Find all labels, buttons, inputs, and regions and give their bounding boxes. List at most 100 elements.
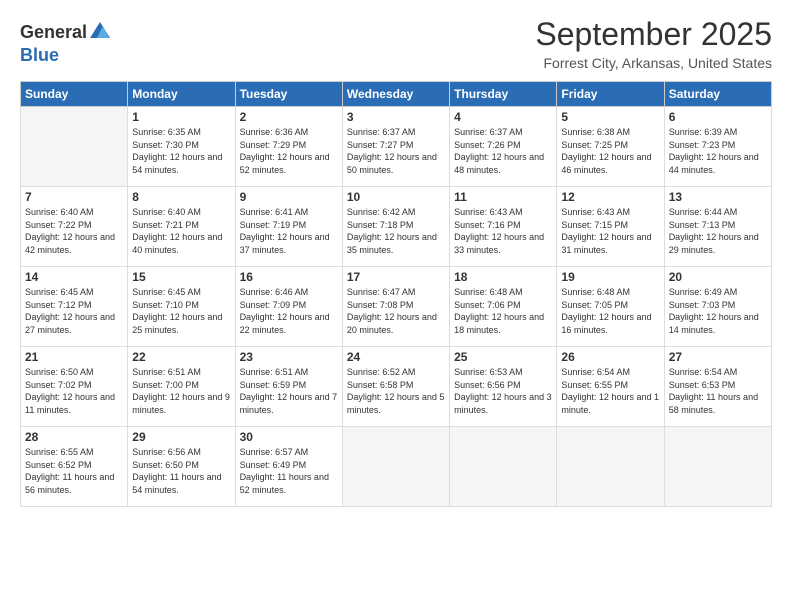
day-info: Sunrise: 6:44 AMSunset: 7:13 PMDaylight:… [669, 206, 767, 256]
day-number: 24 [347, 350, 445, 364]
table-row: 21 Sunrise: 6:50 AMSunset: 7:02 PMDayligh… [21, 347, 128, 427]
day-info: Sunrise: 6:47 AMSunset: 7:08 PMDaylight:… [347, 286, 445, 336]
day-number: 9 [240, 190, 338, 204]
week-row-4: 28Sunrise: 6:55 AMSunset: 6:52 PMDayligh… [21, 427, 772, 507]
day-info: Sunrise: 6:45 AMSunset: 7:12 PMDaylight:… [25, 286, 123, 336]
header-tuesday: Tuesday [235, 82, 342, 107]
day-number: 30 [240, 430, 338, 444]
day-number: 6 [669, 110, 767, 124]
day-number: 17 [347, 270, 445, 284]
day-info: Sunrise: 6:36 AMSunset: 7:29 PMDaylight:… [240, 126, 338, 176]
logo: General Blue [20, 20, 111, 66]
week-row-0: 1 Sunrise: 6:35 AMSunset: 7:30 PMDaylight… [21, 107, 772, 187]
table-row: 29 Sunrise: 6:56 AMSunset: 6:50 PMDayligh… [128, 427, 235, 507]
day-info: Sunrise: 6:38 AMSunset: 7:25 PMDaylight:… [561, 126, 659, 176]
table-row: 15 Sunrise: 6:45 AMSunset: 7:10 PMDayligh… [128, 267, 235, 347]
day-info: Sunrise: 6:51 AMSunset: 6:59 PMDaylight:… [240, 366, 338, 416]
weekday-header-row: Sunday Monday Tuesday Wednesday Thursday… [21, 82, 772, 107]
table-row: 17 Sunrise: 6:47 AMSunset: 7:08 PMDayligh… [342, 267, 449, 347]
day-number: 11 [454, 190, 552, 204]
day-number: 10 [347, 190, 445, 204]
table-row: 30 Sunrise: 6:57 AMSunset: 6:49 PMDayligh… [235, 427, 342, 507]
table-row: 3Sunrise: 6:37 AMSunset: 7:27 PMDaylight… [342, 107, 449, 187]
logo-blue: Blue [20, 45, 59, 65]
week-row-1: 7Sunrise: 6:40 AMSunset: 7:22 PMDaylight… [21, 187, 772, 267]
day-number: 19 [561, 270, 659, 284]
day-info: Sunrise: 6:54 AMSunset: 6:55 PMDaylight:… [561, 366, 659, 416]
day-info: Sunrise: 6:40 AMSunset: 7:22 PMDaylight:… [25, 206, 123, 256]
location-title: Forrest City, Arkansas, United States [535, 55, 772, 71]
day-info: Sunrise: 6:35 AMSunset: 7:30 PMDaylight:… [132, 126, 230, 176]
day-number: 4 [454, 110, 552, 124]
day-info: Sunrise: 6:45 AMSunset: 7:10 PMDaylight:… [132, 286, 230, 336]
day-info: Sunrise: 6:41 AMSunset: 7:19 PMDaylight:… [240, 206, 338, 256]
day-info: Sunrise: 6:37 AMSunset: 7:27 PMDaylight:… [347, 126, 445, 176]
table-row: 8 Sunrise: 6:40 AMSunset: 7:21 PMDaylight… [128, 187, 235, 267]
day-number: 2 [240, 110, 338, 124]
header-wednesday: Wednesday [342, 82, 449, 107]
calendar-table: Sunday Monday Tuesday Wednesday Thursday… [20, 81, 772, 507]
day-number: 29 [132, 430, 230, 444]
table-row: 25Sunrise: 6:53 AMSunset: 6:56 PMDayligh… [450, 347, 557, 427]
week-row-2: 14 Sunrise: 6:45 AMSunset: 7:12 PMDayligh… [21, 267, 772, 347]
header-sunday: Sunday [21, 82, 128, 107]
table-row [557, 427, 664, 507]
table-row: 13 Sunrise: 6:44 AMSunset: 7:13 PMDayligh… [664, 187, 771, 267]
day-info: Sunrise: 6:49 AMSunset: 7:03 PMDaylight:… [669, 286, 767, 336]
header-monday: Monday [128, 82, 235, 107]
table-row: 4 Sunrise: 6:37 AMSunset: 7:26 PMDaylight… [450, 107, 557, 187]
header-area: General Blue September 2025 Forrest City… [20, 16, 772, 71]
table-row: 14 Sunrise: 6:45 AMSunset: 7:12 PMDayligh… [21, 267, 128, 347]
title-area: September 2025 Forrest City, Arkansas, U… [535, 16, 772, 71]
day-number: 1 [132, 110, 230, 124]
table-row: 18Sunrise: 6:48 AMSunset: 7:06 PMDayligh… [450, 267, 557, 347]
day-info: Sunrise: 6:50 AMSunset: 7:02 PMDaylight:… [25, 366, 123, 416]
table-row [450, 427, 557, 507]
day-number: 23 [240, 350, 338, 364]
table-row: 23 Sunrise: 6:51 AMSunset: 6:59 PMDayligh… [235, 347, 342, 427]
header-thursday: Thursday [450, 82, 557, 107]
table-row: 10 Sunrise: 6:42 AMSunset: 7:18 PMDayligh… [342, 187, 449, 267]
table-row: 16 Sunrise: 6:46 AMSunset: 7:09 PMDayligh… [235, 267, 342, 347]
day-number: 16 [240, 270, 338, 284]
table-row: 2 Sunrise: 6:36 AMSunset: 7:29 PMDaylight… [235, 107, 342, 187]
day-number: 22 [132, 350, 230, 364]
day-number: 12 [561, 190, 659, 204]
table-row: 22 Sunrise: 6:51 AMSunset: 7:00 PMDayligh… [128, 347, 235, 427]
table-row: 12 Sunrise: 6:43 AMSunset: 7:15 PMDayligh… [557, 187, 664, 267]
table-row: 27Sunrise: 6:54 AMSunset: 6:53 PMDayligh… [664, 347, 771, 427]
week-row-3: 21 Sunrise: 6:50 AMSunset: 7:02 PMDayligh… [21, 347, 772, 427]
day-info: Sunrise: 6:56 AMSunset: 6:50 PMDaylight:… [132, 446, 230, 496]
day-number: 18 [454, 270, 552, 284]
day-number: 8 [132, 190, 230, 204]
day-info: Sunrise: 6:43 AMSunset: 7:16 PMDaylight:… [454, 206, 552, 256]
day-info: Sunrise: 6:37 AMSunset: 7:26 PMDaylight:… [454, 126, 552, 176]
day-info: Sunrise: 6:52 AMSunset: 6:58 PMDaylight:… [347, 366, 445, 416]
day-number: 27 [669, 350, 767, 364]
day-number: 21 [25, 350, 123, 364]
day-info: Sunrise: 6:48 AMSunset: 7:05 PMDaylight:… [561, 286, 659, 336]
table-row [342, 427, 449, 507]
day-info: Sunrise: 6:40 AMSunset: 7:21 PMDaylight:… [132, 206, 230, 256]
table-row: 26Sunrise: 6:54 AMSunset: 6:55 PMDayligh… [557, 347, 664, 427]
day-info: Sunrise: 6:51 AMSunset: 7:00 PMDaylight:… [132, 366, 230, 416]
month-title: September 2025 [535, 16, 772, 53]
table-row: 11 Sunrise: 6:43 AMSunset: 7:16 PMDayligh… [450, 187, 557, 267]
day-number: 15 [132, 270, 230, 284]
table-row: 20 Sunrise: 6:49 AMSunset: 7:03 PMDayligh… [664, 267, 771, 347]
day-info: Sunrise: 6:43 AMSunset: 7:15 PMDaylight:… [561, 206, 659, 256]
day-info: Sunrise: 6:42 AMSunset: 7:18 PMDaylight:… [347, 206, 445, 256]
day-number: 14 [25, 270, 123, 284]
page: General Blue September 2025 Forrest City… [0, 0, 792, 612]
day-info: Sunrise: 6:57 AMSunset: 6:49 PMDaylight:… [240, 446, 338, 496]
table-row: 28Sunrise: 6:55 AMSunset: 6:52 PMDayligh… [21, 427, 128, 507]
table-row: 19 Sunrise: 6:48 AMSunset: 7:05 PMDayligh… [557, 267, 664, 347]
table-row: 6Sunrise: 6:39 AMSunset: 7:23 PMDaylight… [664, 107, 771, 187]
day-number: 13 [669, 190, 767, 204]
day-info: Sunrise: 6:46 AMSunset: 7:09 PMDaylight:… [240, 286, 338, 336]
table-row [21, 107, 128, 187]
day-number: 20 [669, 270, 767, 284]
logo-general: General [20, 22, 87, 43]
table-row: 9 Sunrise: 6:41 AMSunset: 7:19 PMDaylight… [235, 187, 342, 267]
table-row: 1 Sunrise: 6:35 AMSunset: 7:30 PMDaylight… [128, 107, 235, 187]
